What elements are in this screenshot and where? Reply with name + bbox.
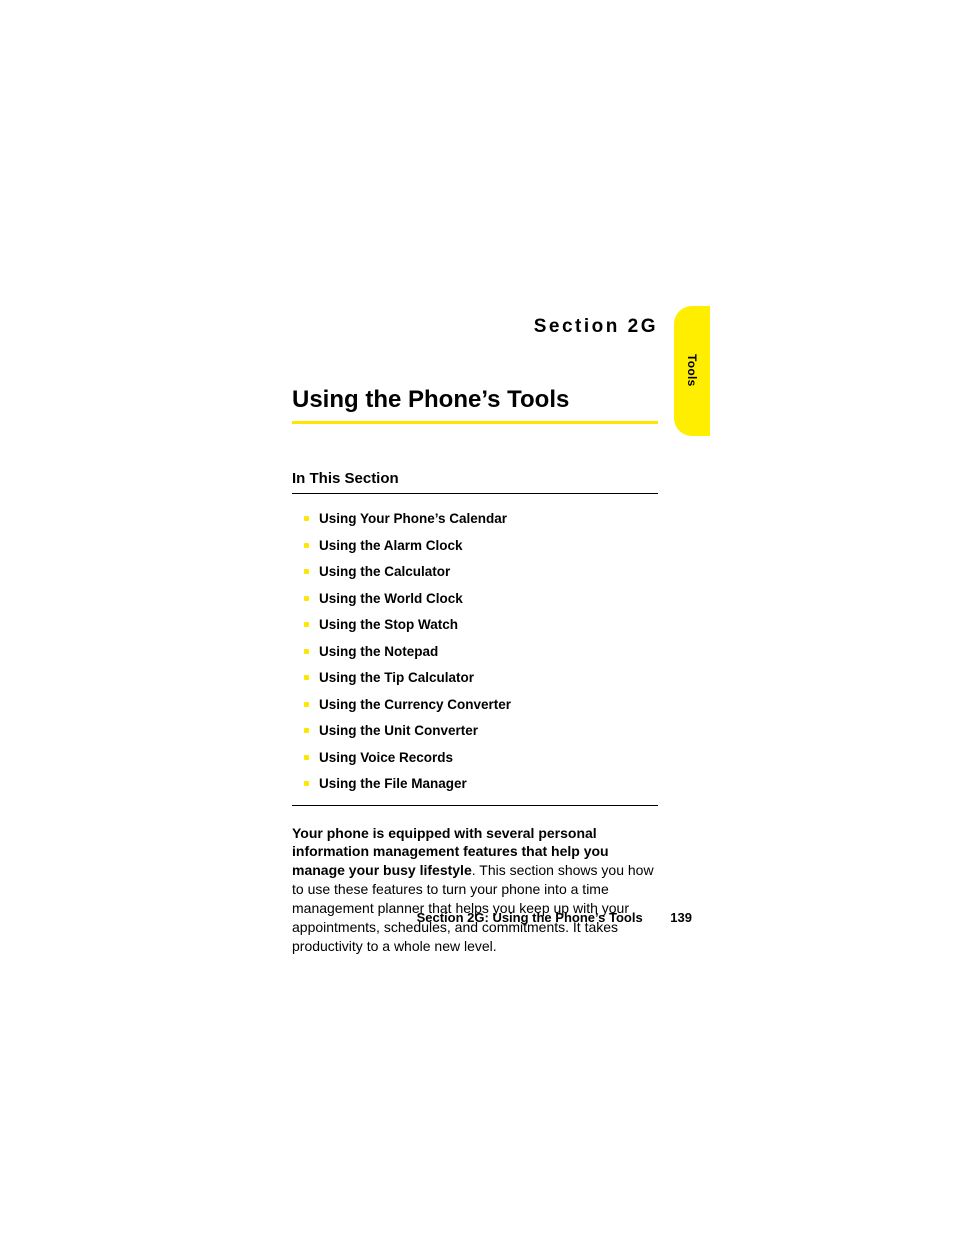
title-underline (292, 421, 658, 424)
toc-item-label: Using the Alarm Clock (319, 539, 463, 553)
toc-item-label: Using Voice Records (319, 751, 453, 765)
toc-item: Using the Notepad (304, 645, 658, 659)
intro-paragraph: Your phone is equipped with several pers… (292, 824, 658, 956)
bullet-icon (304, 728, 309, 733)
toc-item-label: Using the Stop Watch (319, 618, 458, 632)
toc-item-label: Using the Currency Converter (319, 698, 511, 712)
toc-item: Using the Calculator (304, 565, 658, 579)
toc-item-label: Using Your Phone’s Calendar (319, 512, 507, 526)
section-label: Section 2G (292, 316, 658, 338)
toc-item-label: Using the Notepad (319, 645, 438, 659)
toc-item-label: Using the Unit Converter (319, 724, 478, 738)
bullet-icon (304, 622, 309, 627)
page-number: 139 (670, 910, 692, 925)
toc-item-label: Using the File Manager (319, 777, 467, 791)
bullet-icon (304, 543, 309, 548)
toc-item: Using the Tip Calculator (304, 671, 658, 685)
side-tab-label: Tools (685, 354, 699, 387)
toc-item-label: Using the World Clock (319, 592, 463, 606)
bullet-icon (304, 781, 309, 786)
content-column: Section 2G Using the Phone’s Tools In Th… (292, 316, 658, 956)
bullet-icon (304, 755, 309, 760)
page-footer: Section 2G: Using the Phone’s Tools 139 (292, 910, 692, 925)
bullet-icon (304, 649, 309, 654)
toc-list: Using Your Phone’s Calendar Using the Al… (292, 512, 658, 791)
bullet-icon (304, 675, 309, 680)
toc-item: Using the File Manager (304, 777, 658, 791)
bullet-icon (304, 516, 309, 521)
side-tab: Tools (674, 306, 710, 436)
horizontal-rule (292, 805, 658, 806)
toc-item: Using Your Phone’s Calendar (304, 512, 658, 526)
title-block: Using the Phone’s Tools (292, 386, 658, 424)
toc-item: Using the Alarm Clock (304, 539, 658, 553)
toc-item: Using the Stop Watch (304, 618, 658, 632)
bullet-icon (304, 702, 309, 707)
toc-item: Using the Unit Converter (304, 724, 658, 738)
toc-item-label: Using the Tip Calculator (319, 671, 474, 685)
toc-item: Using the Currency Converter (304, 698, 658, 712)
footer-title: Section 2G: Using the Phone’s Tools (417, 910, 643, 925)
toc-item: Using Voice Records (304, 751, 658, 765)
toc-item-label: Using the Calculator (319, 565, 450, 579)
document-page: Tools Section 2G Using the Phone’s Tools… (0, 0, 954, 1235)
toc-item: Using the World Clock (304, 592, 658, 606)
page-title: Using the Phone’s Tools (292, 386, 658, 424)
bullet-icon (304, 596, 309, 601)
in-this-section-heading: In This Section (292, 470, 658, 494)
bullet-icon (304, 569, 309, 574)
